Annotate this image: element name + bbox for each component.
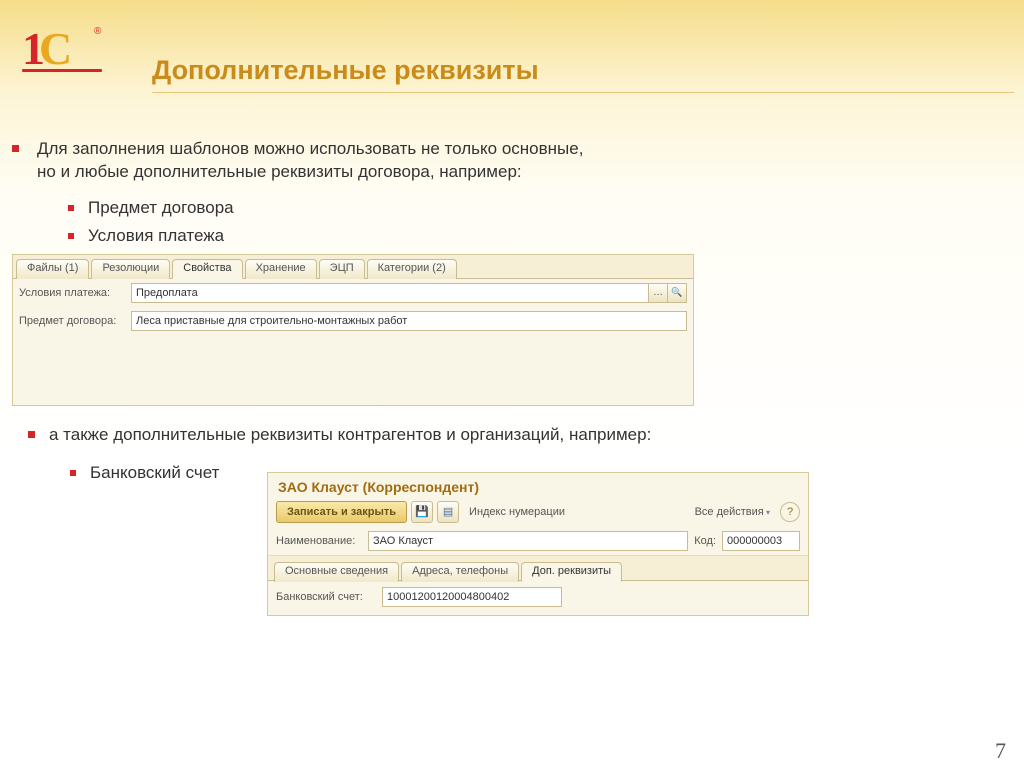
tab-eds[interactable]: ЭЦП [319, 259, 365, 279]
tab-addresses[interactable]: Адреса, телефоны [401, 562, 519, 582]
title-divider [152, 92, 1014, 93]
search-button[interactable] [667, 283, 687, 303]
sub-item-payment: Условия платежа [68, 226, 1004, 246]
index-numbering-link[interactable]: Индекс нумерации [463, 506, 571, 518]
tab-properties[interactable]: Свойства [172, 259, 242, 279]
name-input[interactable] [368, 531, 688, 551]
tab-bar-2: Основные сведения Адреса, телефоны Доп. … [268, 555, 808, 581]
contract-subject-label: Предмет договора: [19, 315, 131, 327]
code-input[interactable] [722, 531, 800, 551]
list-icon-button[interactable]: ▤ [437, 501, 459, 523]
bullet-icon [68, 205, 74, 211]
properties-panel: Файлы (1) Резолюции Свойства Хранение ЭЦ… [12, 254, 694, 406]
tab-main-info[interactable]: Основные сведения [274, 562, 399, 582]
bullet-main-1: Для заполнения шаблонов можно использова… [12, 138, 1004, 184]
bank-account-input[interactable] [382, 587, 562, 607]
code-label: Код: [694, 535, 716, 547]
tab-storage[interactable]: Хранение [245, 259, 317, 279]
bullet-icon [28, 431, 35, 438]
tab-resolutions[interactable]: Резолюции [91, 259, 170, 279]
contract-subject-input[interactable] [131, 311, 687, 331]
tab-files[interactable]: Файлы (1) [16, 259, 89, 279]
bullet-main-2: а также дополнительные реквизиты контраг… [28, 424, 651, 447]
save-icon-button[interactable]: 💾 [411, 501, 433, 523]
sub-item-subject: Предмет договора [68, 198, 1004, 218]
panel2-title: ЗАО Клауст (Корреспондент) [268, 473, 808, 499]
para1-line2: но и любые дополнительные реквизиты дого… [37, 161, 583, 184]
save-close-button[interactable]: Записать и закрыть [276, 501, 407, 523]
payment-terms-label: Условия платежа: [19, 287, 131, 299]
all-actions-dropdown[interactable]: Все действия [689, 506, 776, 518]
page-title: Дополнительные реквизиты [152, 55, 539, 86]
para1-line1: Для заполнения шаблонов можно использова… [37, 138, 583, 161]
help-button[interactable]: ? [780, 502, 800, 522]
bank-account-label: Банковский счет: [276, 591, 376, 603]
page-number: 7 [995, 738, 1006, 764]
tab-categories[interactable]: Категории (2) [367, 259, 457, 279]
tab-extra-props[interactable]: Доп. реквизиты [521, 562, 622, 582]
bullet-icon [68, 233, 74, 239]
toolbar: Записать и закрыть 💾 ▤ Индекс нумерации … [268, 499, 808, 529]
tab-bar-1: Файлы (1) Резолюции Свойства Хранение ЭЦ… [13, 255, 693, 279]
payment-terms-input[interactable] [131, 283, 649, 303]
logo-1c: 1C® [22, 22, 104, 84]
bullet-icon [12, 145, 19, 152]
para2-text: а также дополнительные реквизиты контраг… [49, 424, 651, 447]
correspondent-panel: ЗАО Клауст (Корреспондент) Записать и за… [267, 472, 809, 616]
name-label: Наименование: [276, 535, 362, 547]
select-button[interactable] [648, 283, 668, 303]
bullet-icon [70, 470, 76, 476]
